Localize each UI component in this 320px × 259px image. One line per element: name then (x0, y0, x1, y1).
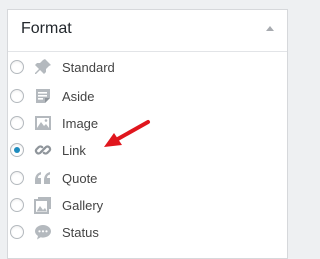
format-option-gallery[interactable]: Gallery (10, 193, 103, 217)
format-option-standard[interactable]: Standard (10, 55, 115, 79)
format-label: Gallery (62, 197, 104, 213)
image-icon (33, 113, 53, 133)
format-option-image[interactable]: Image (10, 111, 98, 135)
radio-aside[interactable] (10, 89, 24, 103)
format-label: Link (62, 142, 86, 158)
format-label: Image (62, 115, 99, 131)
quote-icon (33, 168, 53, 188)
format-option-quote[interactable]: Quote (10, 166, 97, 190)
format-label: Aside (62, 88, 95, 104)
gallery-icon (33, 195, 53, 215)
format-label: Status (62, 224, 99, 240)
radio-status[interactable] (10, 225, 24, 239)
status-icon (33, 222, 53, 242)
radio-gallery[interactable] (10, 198, 24, 212)
aside-icon (33, 86, 53, 106)
radio-quote[interactable] (10, 171, 24, 185)
annotation-arrow-icon (104, 120, 150, 147)
panel-title: Format (21, 20, 72, 37)
radio-image[interactable] (10, 116, 24, 130)
link-icon (33, 140, 53, 160)
radio-link[interactable] (10, 143, 24, 157)
format-option-aside[interactable]: Aside (10, 84, 95, 108)
format-label: Quote (62, 170, 98, 186)
format-label: Standard (62, 59, 115, 75)
panel-header[interactable]: Format (8, 10, 287, 52)
format-option-status[interactable]: Status (10, 220, 99, 244)
format-option-link[interactable]: Link (10, 138, 86, 162)
pin-icon (33, 57, 53, 77)
collapse-toggle-icon[interactable] (266, 26, 274, 31)
radio-standard[interactable] (10, 60, 24, 74)
